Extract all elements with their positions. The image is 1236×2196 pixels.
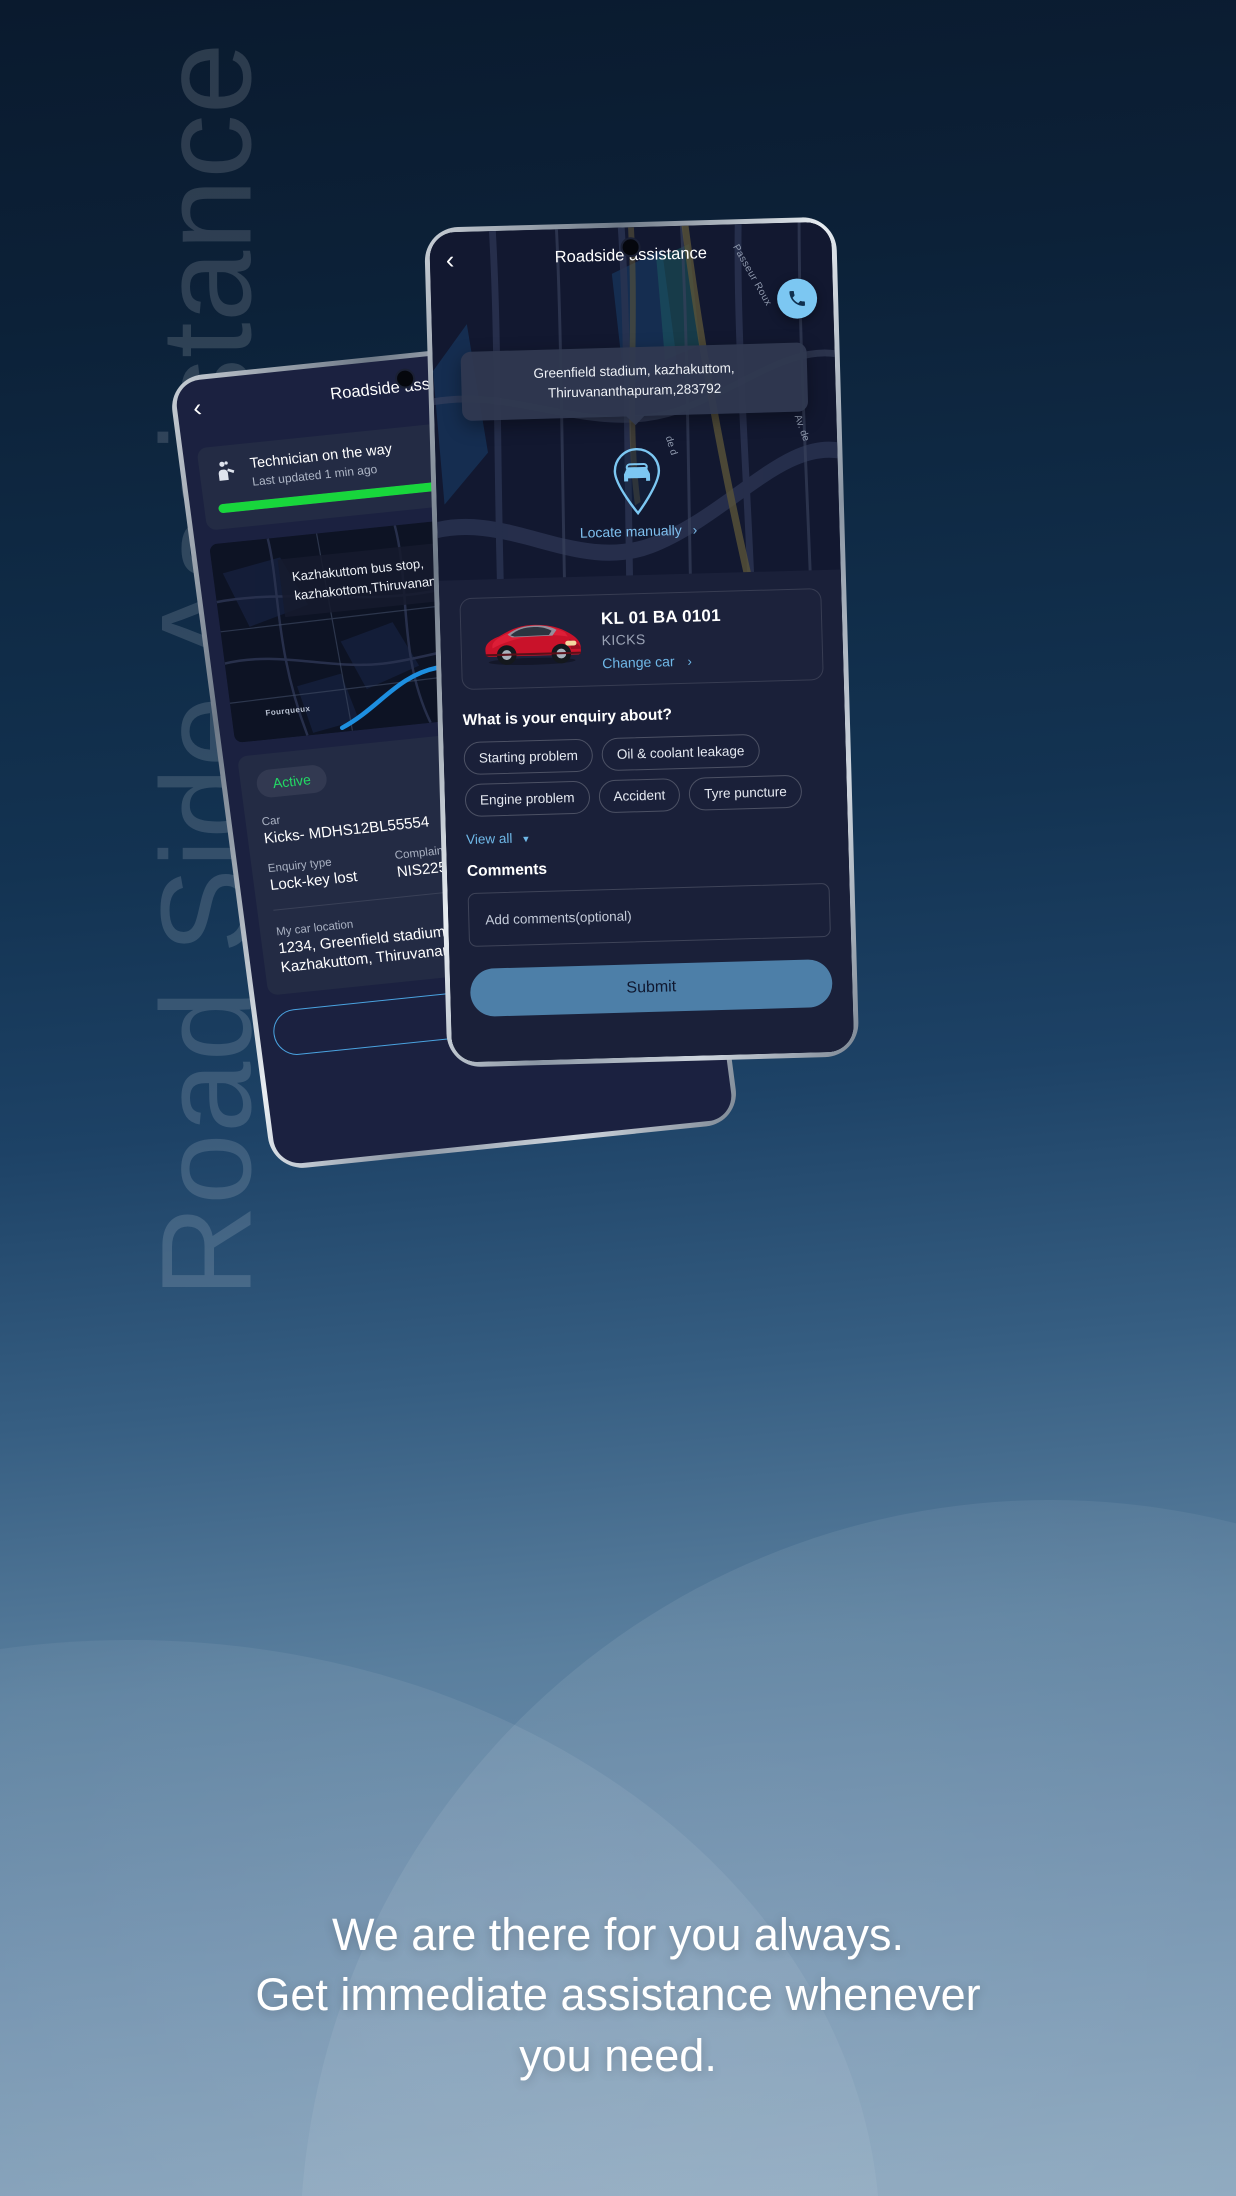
chevron-down-icon: ▾ (522, 833, 529, 846)
locate-manually-label: Locate manually (579, 521, 682, 541)
view-all-label: View all (465, 830, 513, 848)
enquiry-chip-group: Starting problem Oil & coolant leakage Eng… (463, 732, 827, 818)
enquiry-chip[interactable]: Tyre puncture (688, 774, 803, 811)
red-suv-image (475, 611, 589, 674)
back-button[interactable]: ‹ (191, 393, 203, 422)
enquiry-chip[interactable]: Oil & coolant leakage (601, 733, 760, 772)
front-phone-device: Passeur Roux Av. de de d Greenfield stad… (424, 216, 860, 1068)
view-all-link[interactable]: View all ▾ (466, 822, 828, 847)
enquiry-chip[interactable]: Engine problem (464, 780, 590, 818)
change-car-link[interactable]: Change car › (602, 652, 722, 671)
poster-canvas: Road Side Assistance ‹ Roadside assistan… (0, 0, 1236, 2196)
caption-line: Get immediate assistance whenever (255, 1969, 981, 2021)
technician-icon (212, 457, 242, 490)
comments-input[interactable]: Add comments(optional) (467, 882, 831, 948)
background-arc (300, 1500, 1236, 2196)
enquiry-section-title: What is your enquiry about? (462, 706, 673, 730)
car-registration: KL 01 BA 0101 (600, 605, 721, 629)
front-phone-screen: Passeur Roux Av. de de d Greenfield stad… (429, 221, 855, 1063)
chevron-right-icon: › (692, 521, 698, 538)
comments-section-title: Comments (466, 860, 548, 881)
status-badge: Active (255, 763, 329, 799)
caption-line: you need. (519, 2029, 717, 2081)
selected-car-card[interactable]: KL 01 BA 0101 KICKS Change car › (459, 588, 824, 691)
back-button[interactable]: ‹ (446, 246, 455, 274)
enquiry-chip[interactable]: Starting problem (463, 738, 594, 776)
submit-button[interactable]: Submit (469, 958, 833, 1017)
enquiry-sheet: KL 01 BA 0101 KICKS Change car › What is… (438, 569, 855, 1063)
caption-line: We are there for you always. (332, 1909, 904, 1960)
car-model: KICKS (601, 630, 646, 649)
phone-icon (789, 291, 805, 306)
chevron-right-icon: › (687, 653, 693, 669)
poster-caption: We are there for you always. Get immediat… (0, 1905, 1236, 2086)
front-map-address-tooltip: Greenfield stadium, kazhakuttom, Thiruva… (460, 342, 809, 421)
car-pin-icon[interactable] (608, 444, 666, 516)
enquiry-type-field: Enquiry type Lock-key lost (267, 854, 358, 894)
enquiry-chip[interactable]: Accident (598, 778, 681, 814)
change-car-label: Change car (601, 653, 675, 672)
